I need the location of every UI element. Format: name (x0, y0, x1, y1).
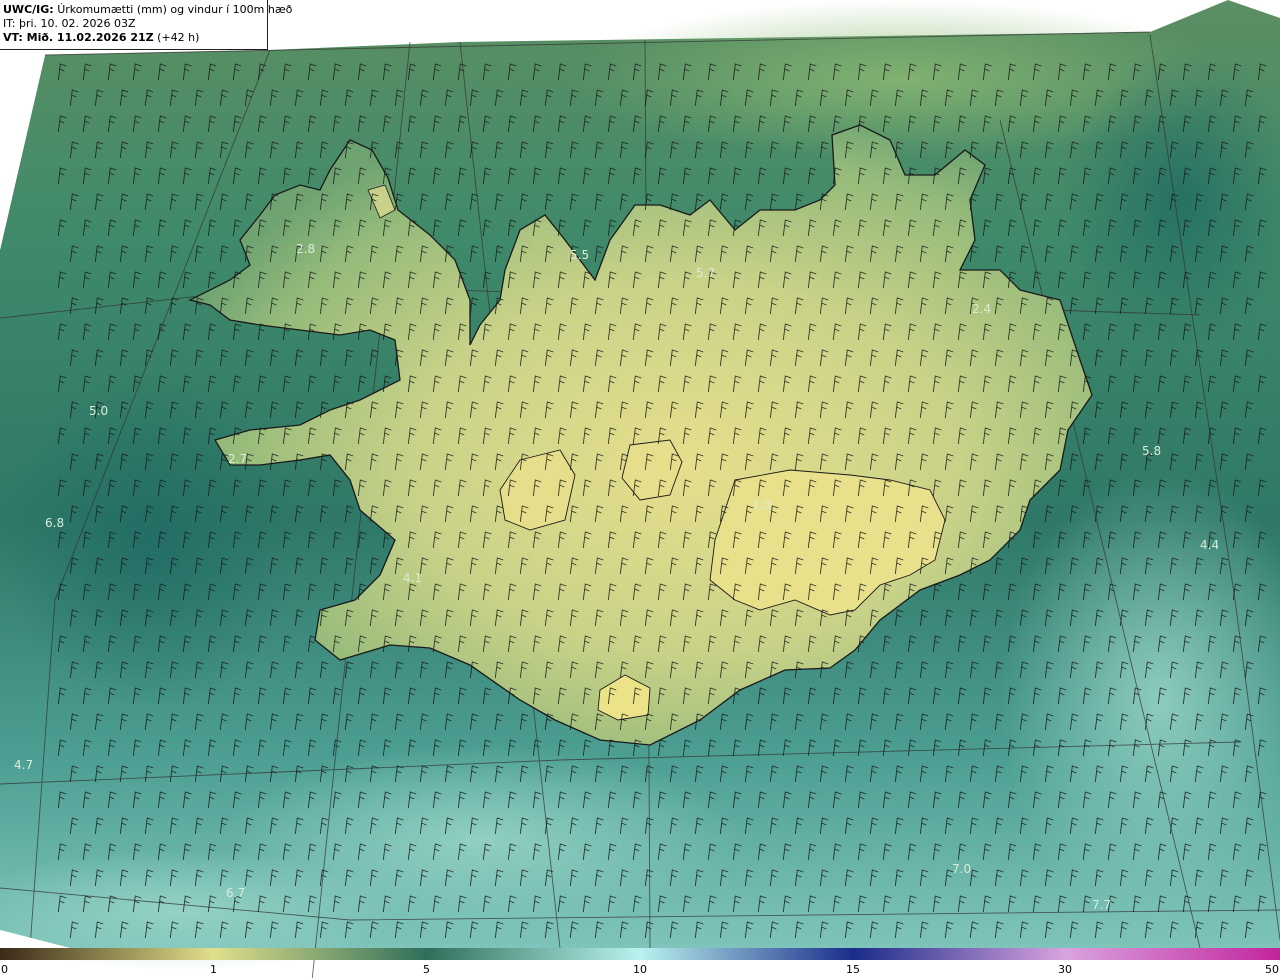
colorbar-tick: 50 (1265, 963, 1279, 976)
field-value-label: 4.1 (403, 571, 422, 585)
field-value-label: 6.7 (226, 886, 245, 900)
field-value-label: 5.5 (570, 248, 589, 262)
colorbar (0, 948, 1280, 960)
field-value-label: 1.0 (752, 498, 771, 512)
field-value-label: 7.0 (952, 862, 971, 876)
field-value-label: 6.8 (45, 516, 64, 530)
colorbar-ramp (0, 948, 1280, 960)
colorbar-tick: 1 (210, 963, 217, 976)
colorbar-tick: 30 (1058, 963, 1072, 976)
field-value-label: 5.8 (1142, 444, 1161, 458)
field-value-label: 5.0 (89, 404, 108, 418)
valid-time: VT: Mið. 11.02.2026 21Z (3, 31, 154, 44)
field-value-label: 7.7 (1092, 898, 1111, 912)
field-value-label: 4.4 (1200, 538, 1219, 552)
map-title: Úrkomumætti (mm) og vindur í 100m hæð (57, 3, 293, 16)
field-value-label: 2.4 (972, 302, 991, 316)
field-value-label: 4.7 (14, 758, 33, 772)
field-value-label: 2.7 (228, 452, 247, 466)
model-name: UWC/IG: (3, 3, 54, 16)
colorbar-tick: 5 (423, 963, 430, 976)
colorbar-labels: 0 1 5 10 15 30 50 (0, 962, 1280, 978)
map-stage: 5.5 5.7 2.8 2.4 5.0 2.7 6.8 1.0 5.8 4.4 … (0, 0, 1280, 978)
colorbar-tick: 10 (633, 963, 647, 976)
colorbar-tick: 15 (846, 963, 860, 976)
colorbar-tick: 0 (1, 963, 8, 976)
init-time: IT: þri. 10. 02. 2026 03Z (3, 17, 136, 30)
precipitation-map: 5.5 5.7 2.8 2.4 5.0 2.7 6.8 1.0 5.8 4.4 … (0, 0, 1280, 978)
map-header: UWC/IG: Úrkomumætti (mm) og vindur í 100… (0, 0, 292, 50)
field-value-label: 5.7 (696, 266, 715, 280)
field-glow (0, 370, 300, 710)
field-value-label: 2.8 (296, 242, 315, 256)
lead-time: (+42 h) (157, 31, 200, 44)
